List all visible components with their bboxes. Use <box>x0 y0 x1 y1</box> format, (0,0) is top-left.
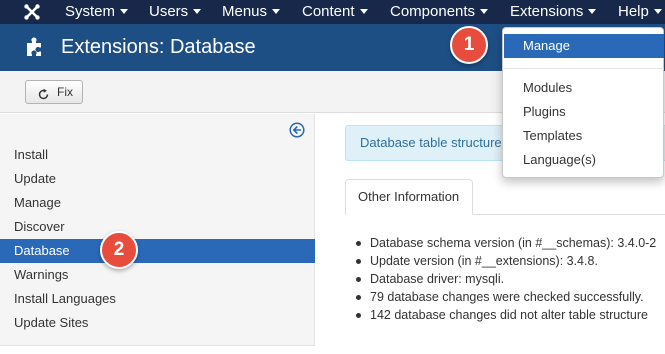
sidebar-item-install[interactable]: Install <box>0 143 315 167</box>
sidebar-item-install-languages[interactable]: Install Languages <box>0 287 315 311</box>
dropdown-item-plugins[interactable]: Plugins <box>504 100 664 124</box>
caret-down-icon <box>359 8 368 14</box>
menu-components[interactable]: Components <box>390 0 489 24</box>
list-item: Database driver: mysqli. <box>356 270 665 288</box>
sidebar-item-update-sites[interactable]: Update Sites <box>0 311 315 335</box>
caret-down-icon <box>120 8 129 14</box>
tab-divider <box>473 214 665 215</box>
joomla-logo-icon[interactable] <box>22 2 42 22</box>
dropdown-item-languages[interactable]: Language(s) <box>504 148 664 172</box>
menu-content-label: Content <box>302 3 355 20</box>
page-title: Extensions: Database <box>61 36 256 58</box>
extensions-dropdown-menu: Manage Modules Plugins Templates Languag… <box>502 27 664 178</box>
list-item: 79 database changes were checked success… <box>356 288 665 306</box>
menu-menus-label: Menus <box>222 3 268 20</box>
menu-users[interactable]: Users <box>149 0 202 24</box>
list-item: Database schema version (in #__schemas):… <box>356 234 665 252</box>
menu-components-label: Components <box>390 3 476 20</box>
tab-other-information[interactable]: Other Information <box>345 179 473 215</box>
caret-down-icon <box>480 8 489 14</box>
step-badge-1: 1 <box>450 26 488 64</box>
caret-down-icon <box>272 8 281 14</box>
caret-down-icon <box>193 8 202 14</box>
sidebar-item-manage[interactable]: Manage <box>0 191 315 215</box>
sidebar: Install Update Manage Discover Database … <box>0 114 315 346</box>
menu-help[interactable]: Help <box>618 0 662 24</box>
puzzle-icon <box>23 35 47 59</box>
sidebar-item-discover[interactable]: Discover <box>0 215 315 239</box>
top-navbar: System Users Menus Content Components Ex… <box>0 0 665 24</box>
dropdown-item-modules[interactable]: Modules <box>504 76 664 100</box>
dropdown-divider <box>504 68 664 69</box>
collapse-left-icon[interactable] <box>289 122 305 138</box>
sidebar-item-update[interactable]: Update <box>0 167 315 191</box>
menu-extensions[interactable]: Extensions <box>510 0 597 24</box>
list-item: 142 database changes did not alter table… <box>356 306 665 324</box>
caret-down-icon <box>588 8 597 14</box>
menu-menus[interactable]: Menus <box>222 0 281 24</box>
dropdown-item-templates[interactable]: Templates <box>504 124 664 148</box>
refresh-icon <box>37 86 50 100</box>
fix-button[interactable]: Fix <box>25 80 83 104</box>
menu-extensions-label: Extensions <box>510 3 584 20</box>
sidebar-item-database[interactable]: Database <box>0 239 315 263</box>
list-item: Update version (in #__extensions): 3.4.8… <box>356 252 665 270</box>
menu-content[interactable]: Content <box>302 0 368 24</box>
fix-button-label: Fix <box>57 85 73 99</box>
menu-users-label: Users <box>149 3 189 20</box>
menu-system[interactable]: System <box>65 0 129 24</box>
sidebar-item-warnings[interactable]: Warnings <box>0 263 315 287</box>
dropdown-item-manage[interactable]: Manage <box>504 34 664 58</box>
info-list: Database schema version (in #__schemas):… <box>356 234 665 324</box>
caret-down-icon <box>653 8 662 14</box>
menu-system-label: System <box>65 3 116 20</box>
step-badge-2: 2 <box>100 231 138 269</box>
menu-help-label: Help <box>618 3 649 20</box>
